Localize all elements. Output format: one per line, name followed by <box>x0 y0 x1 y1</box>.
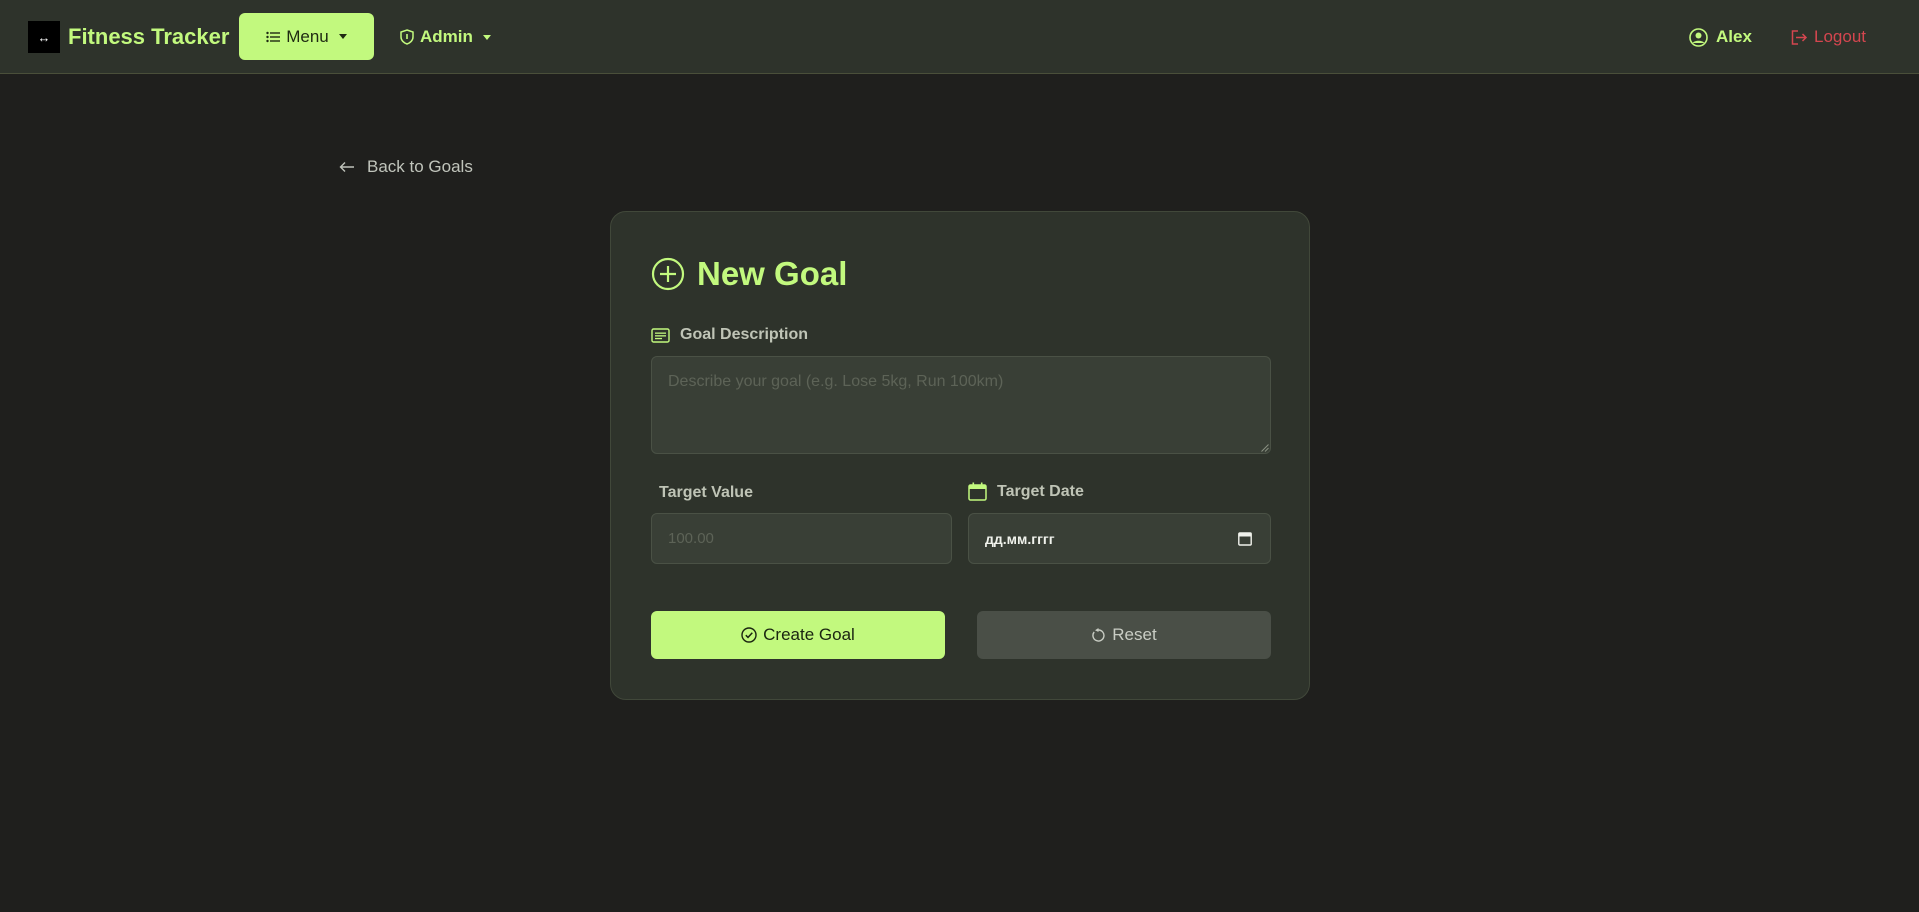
create-goal-label: Create Goal <box>763 625 855 644</box>
goal-description-label-text: Goal Description <box>680 326 809 343</box>
admin-dropdown-button[interactable]: Admin <box>400 22 491 52</box>
back-link-label: Back to Goals <box>367 157 473 176</box>
reset-button[interactable]: Reset <box>977 611 1271 659</box>
back-to-goals-link[interactable]: Back to Goals <box>339 154 473 180</box>
target-date-label-text: Target Date <box>997 482 1084 500</box>
logout-icon <box>1791 29 1808 45</box>
caret-down-icon <box>338 34 347 39</box>
list-icon <box>266 31 281 43</box>
goal-description-label: Goal Description <box>651 326 808 344</box>
check-circle-icon <box>741 627 757 643</box>
dumbbell-icon[interactable]: ↔ <box>28 21 60 53</box>
target-value-label: Target Value <box>659 484 753 502</box>
reset-label: Reset <box>1112 625 1157 644</box>
target-date-label: Target Date <box>968 482 1084 501</box>
admin-label: Admin <box>420 27 473 46</box>
shield-icon <box>400 29 414 45</box>
user-profile-link[interactable]: Alex <box>1689 22 1752 52</box>
date-picker-icon[interactable] <box>1238 531 1252 546</box>
arrow-left-icon <box>339 161 355 173</box>
reset-icon <box>1091 627 1106 643</box>
logout-label: Logout <box>1814 27 1866 46</box>
target-date-value: дд.мм.гггг <box>985 530 1055 547</box>
user-name: Alex <box>1716 27 1752 46</box>
brand-name[interactable]: Fitness Tracker <box>68 22 229 52</box>
form-title: New Goal <box>651 254 847 294</box>
menu-label: Menu <box>286 26 329 46</box>
textarea-resize-handle[interactable] <box>1261 444 1269 452</box>
menu-dropdown-button[interactable]: Menu <box>239 13 374 60</box>
form-title-text: New Goal <box>697 255 848 292</box>
caret-down-icon <box>482 34 491 40</box>
plus-circle-icon <box>651 257 685 291</box>
goal-description-textarea[interactable] <box>651 356 1271 454</box>
top-navbar: ↔ Fitness Tracker Menu Admin Alex Logout <box>0 0 1919 74</box>
create-goal-button[interactable]: Create Goal <box>651 611 945 659</box>
new-goal-form-card: New Goal Goal Description Target Value <box>610 211 1310 700</box>
target-value-label-text: Target Value <box>659 484 753 501</box>
target-value-input[interactable] <box>651 513 952 564</box>
target-date-input[interactable]: дд.мм.гггг <box>968 513 1271 564</box>
card-text-icon <box>651 327 670 343</box>
logout-link[interactable]: Logout <box>1791 22 1866 52</box>
user-circle-icon <box>1689 27 1708 47</box>
calendar-icon <box>968 482 987 501</box>
